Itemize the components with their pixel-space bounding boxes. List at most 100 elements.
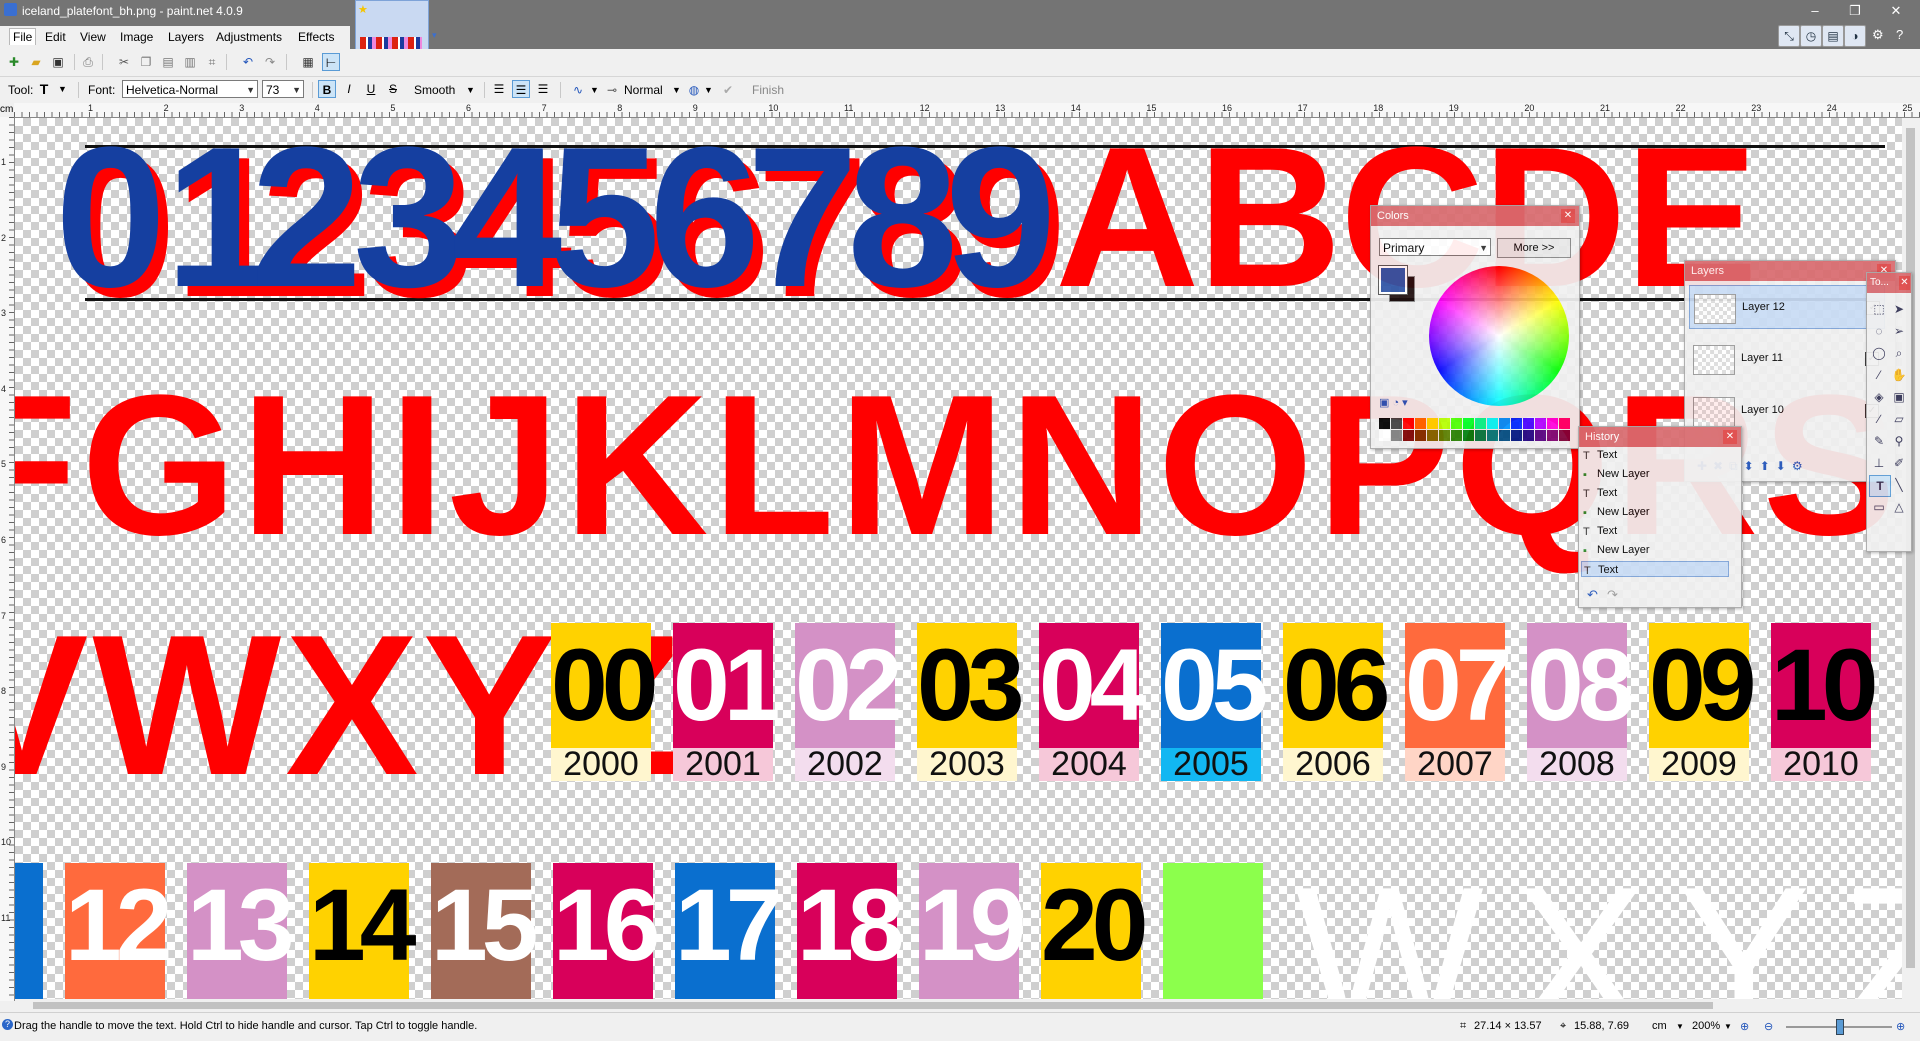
palette-swatch[interactable] (1451, 430, 1462, 441)
clone-stamp-icon[interactable]: ⊥ (1869, 453, 1889, 473)
palette-swatch[interactable] (1451, 418, 1462, 429)
bold-toggle[interactable]: B (318, 80, 336, 98)
palette-swatch[interactable] (1487, 430, 1498, 441)
palette-swatch[interactable] (1475, 430, 1486, 441)
zoom-in-icon[interactable]: ⊕ (1896, 1020, 1905, 1033)
palette-swatch[interactable] (1463, 430, 1474, 441)
recolor-icon[interactable]: ✐ (1889, 453, 1909, 473)
menu-layers[interactable]: Layers (168, 30, 204, 44)
palette-swatch[interactable] (1415, 430, 1426, 441)
layer-row[interactable]: Layer 11 ✓ (1689, 337, 1885, 381)
finish-button[interactable]: Finish (752, 83, 784, 97)
chevron-down-icon[interactable]: ▼ (590, 85, 599, 95)
minimize-button[interactable]: – (1795, 0, 1835, 22)
eraser-icon[interactable]: ▱ (1889, 409, 1909, 429)
palette-swatch[interactable] (1499, 418, 1510, 429)
horizontal-scrollbar[interactable] (15, 999, 1902, 1012)
rect-select-icon[interactable]: ⬚ (1869, 299, 1889, 319)
text-tool-icon[interactable]: T (1869, 475, 1891, 497)
font-size-select[interactable]: 73 ▼ (262, 80, 304, 98)
palette-swatch[interactable] (1547, 418, 1558, 429)
pan-hand-icon[interactable]: ✋ (1889, 365, 1909, 385)
history-close-icon[interactable]: ✕ (1723, 430, 1737, 444)
palette-swatch[interactable] (1403, 430, 1414, 441)
palette-swatch[interactable] (1523, 430, 1534, 441)
tools-toggle-icon[interactable]: ⤡ (1778, 25, 1800, 47)
history-redo-icon[interactable]: ↷ (1607, 587, 1618, 603)
colors-close-icon[interactable]: ✕ (1561, 209, 1575, 223)
history-item[interactable]: ▪ New Layer (1581, 542, 1729, 558)
font-select[interactable]: Helvetica-Normal ▼ (122, 80, 258, 98)
line-curve-icon[interactable]: ╲ (1889, 475, 1909, 495)
palette-swatch[interactable] (1415, 418, 1426, 429)
rulers-toggle-icon[interactable]: ⊢ (322, 53, 340, 71)
antialias-select[interactable]: Smooth (414, 83, 455, 97)
palette-swatch[interactable] (1511, 430, 1522, 441)
align-right-icon[interactable]: ☰ (534, 80, 552, 98)
settings-gear-icon[interactable]: ⚙ (1872, 27, 1884, 43)
palette-swatch[interactable] (1391, 418, 1402, 429)
paint-bucket-icon[interactable]: ◈ (1869, 387, 1889, 407)
units-select[interactable]: cm (1652, 1020, 1667, 1032)
copy-icon[interactable]: ❐ (138, 54, 154, 70)
history-toggle-icon[interactable]: ◷ (1800, 25, 1822, 47)
tools-close-icon[interactable]: ✕ (1899, 276, 1910, 290)
history-item[interactable]: T Text (1581, 447, 1729, 463)
strikethrough-toggle[interactable]: S (384, 80, 402, 98)
move-selection-icon[interactable]: ➤ (1889, 299, 1909, 319)
palette-swatch[interactable] (1559, 430, 1570, 441)
palette-swatch[interactable] (1511, 418, 1522, 429)
primary-color-swatch[interactable] (1378, 265, 1408, 295)
horizontal-scroll-thumb[interactable] (33, 1002, 1713, 1009)
align-center-icon[interactable]: ☰ (512, 80, 530, 98)
paste-new-icon[interactable]: ▥ (182, 54, 198, 70)
blend-curve-icon[interactable]: ∿ (570, 82, 586, 98)
palette-swatch[interactable] (1499, 430, 1510, 441)
menu-adjustments[interactable]: Adjustments (216, 30, 282, 44)
menu-effects[interactable]: Effects (298, 30, 334, 44)
close-button[interactable]: ✕ (1876, 0, 1916, 22)
text-tool-icon[interactable]: T (36, 81, 52, 97)
zoom-slider-handle[interactable] (1836, 1019, 1844, 1035)
align-left-icon[interactable]: ☰ (490, 80, 508, 98)
layer-row[interactable]: Layer 12 ✓ (1689, 285, 1885, 329)
print-icon[interactable]: ⎙ (80, 54, 96, 70)
menu-edit[interactable]: Edit (45, 30, 66, 44)
history-item[interactable]: ▪ New Layer (1581, 504, 1729, 520)
chevron-down-icon[interactable]: ▼ (466, 85, 475, 95)
new-file-icon[interactable]: ✚ (6, 54, 22, 70)
paste-icon[interactable]: ▤ (160, 54, 176, 70)
help-icon[interactable]: ? (1896, 27, 1903, 42)
palette-swatch[interactable] (1439, 430, 1450, 441)
history-item[interactable]: T Text (1581, 523, 1729, 539)
history-undo-icon[interactable]: ↶ (1587, 587, 1598, 603)
paintbrush-icon[interactable]: ∕ (1869, 409, 1889, 429)
grid-icon[interactable]: ▦ (300, 54, 316, 70)
palette-swatch[interactable] (1379, 430, 1390, 441)
history-item[interactable]: T Text (1581, 485, 1729, 501)
underline-toggle[interactable]: U (362, 80, 380, 98)
palette-swatch[interactable] (1535, 418, 1546, 429)
gradient-icon[interactable]: ▣ (1889, 387, 1909, 407)
cut-icon[interactable]: ✂ (116, 54, 132, 70)
color-wheel[interactable] (1429, 266, 1569, 406)
layers-toggle-icon[interactable]: ▤ (1822, 25, 1844, 47)
colors-toggle-icon[interactable]: ◑ (1844, 25, 1866, 47)
palette-swatch[interactable] (1559, 418, 1570, 429)
ellipse-select-icon[interactable]: ◯ (1869, 343, 1889, 363)
blend-mode-select[interactable]: Normal (624, 83, 663, 97)
palette-swatch[interactable] (1379, 418, 1390, 429)
shapes-icon[interactable]: ▭ (1869, 497, 1889, 517)
move-selected-icon[interactable]: ➢ (1889, 321, 1909, 341)
magic-wand-icon[interactable]: ⁄ (1869, 365, 1889, 385)
palette-swatch[interactable] (1439, 418, 1450, 429)
palette-swatch[interactable] (1475, 418, 1486, 429)
triangle-shape-icon[interactable]: △ (1889, 497, 1909, 517)
zoom-out-icon[interactable]: ⊖ (1764, 1020, 1773, 1033)
italic-toggle[interactable]: I (340, 80, 358, 98)
color-picker-icon[interactable]: ⚲ (1889, 431, 1909, 451)
palette-swatch[interactable] (1523, 418, 1534, 429)
palette-swatch[interactable] (1547, 430, 1558, 441)
vertical-scrollbar[interactable] (1902, 118, 1920, 999)
more-colors-button[interactable]: More >> (1497, 238, 1571, 258)
